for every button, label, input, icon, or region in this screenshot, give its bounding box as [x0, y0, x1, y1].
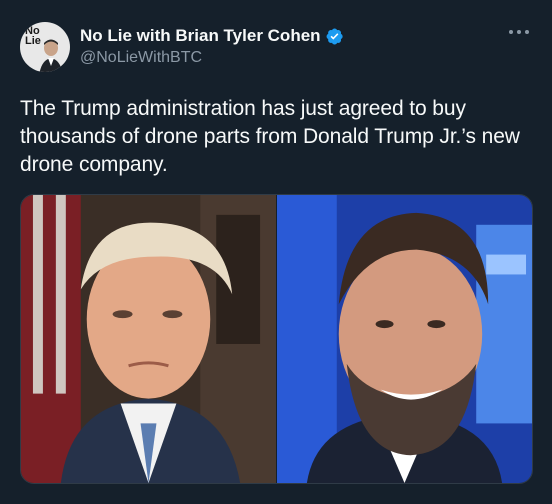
tweet-text: The Trump administration has just agreed… [20, 97, 520, 176]
avatar-person-icon [39, 39, 63, 72]
avatar[interactable]: No Lie [20, 22, 70, 72]
portrait-photo-left-icon [21, 195, 276, 483]
name-row: No Lie with Brian Tyler Cohen [80, 26, 344, 46]
photo-right[interactable] [277, 195, 532, 483]
tweet: No Lie No Lie with Brian Tyler Cohen @No… [0, 0, 552, 504]
photo-left[interactable] [21, 195, 276, 483]
verified-badge-icon[interactable] [325, 27, 344, 46]
media-grid[interactable] [20, 194, 533, 484]
portrait-photo-right-icon [277, 195, 532, 483]
handle[interactable]: @NoLieWithBTC [80, 49, 344, 67]
account-names: No Lie with Brian Tyler Cohen @NoLieWith… [80, 22, 344, 67]
tweet-header: No Lie No Lie with Brian Tyler Cohen @No… [20, 22, 532, 78]
more-options-icon[interactable] [508, 28, 530, 36]
display-name[interactable]: No Lie with Brian Tyler Cohen [80, 26, 321, 46]
